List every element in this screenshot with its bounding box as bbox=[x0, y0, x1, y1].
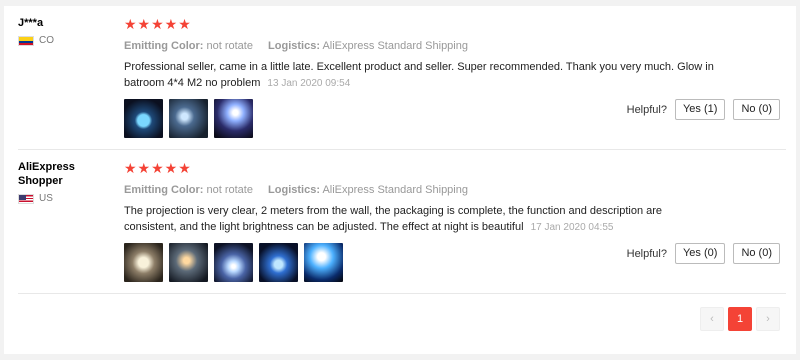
star-rating: ★★★★★ bbox=[124, 16, 192, 32]
review-content: ★★★★★ Emitting Color: not rotate Logisti… bbox=[124, 16, 714, 138]
reviewer-name: J***a bbox=[18, 17, 44, 29]
review-photo-thumbnail[interactable] bbox=[214, 99, 253, 138]
review-photo-thumbnail[interactable] bbox=[214, 243, 253, 282]
page-number-button[interactable]: 1 bbox=[728, 307, 752, 331]
helpful-vote: Helpful? Yes (1) No (0) bbox=[627, 99, 780, 120]
helpful-no-button[interactable]: No (0) bbox=[733, 243, 780, 264]
emitting-color-value: not rotate bbox=[206, 40, 253, 52]
reviewer-info: AliExpress Shopper US bbox=[18, 160, 108, 204]
country-code: US bbox=[39, 193, 53, 204]
review-photo-thumbnail[interactable] bbox=[124, 243, 163, 282]
review-photo-thumbnail[interactable] bbox=[259, 243, 298, 282]
reviews-panel: J***a CO ★★★★★ Emitting Color: not rotat… bbox=[4, 6, 796, 354]
helpful-label: Helpful? bbox=[626, 103, 667, 116]
next-page-button[interactable]: › bbox=[756, 307, 780, 331]
review-photo-thumbnail[interactable] bbox=[169, 99, 208, 138]
chevron-right-icon: › bbox=[766, 313, 770, 325]
review-body: Professional seller, came in a little la… bbox=[124, 61, 714, 89]
country-code: CO bbox=[39, 35, 54, 46]
pagination: ‹ 1 › bbox=[700, 307, 780, 331]
review-content: ★★★★★ Emitting Color: not rotate Logisti… bbox=[124, 160, 714, 282]
review-photo-thumbnail[interactable] bbox=[169, 243, 208, 282]
emitting-color-label: Emitting Color: bbox=[124, 184, 204, 196]
emitting-color-value: not rotate bbox=[206, 184, 253, 196]
chevron-left-icon: ‹ bbox=[710, 313, 714, 325]
review-text: The projection is very clear, 2 meters f… bbox=[124, 203, 714, 236]
helpful-vote: Helpful? Yes (0) No (0) bbox=[627, 243, 780, 264]
logistics-value: AliExpress Standard Shipping bbox=[322, 40, 468, 52]
prev-page-button[interactable]: ‹ bbox=[700, 307, 724, 331]
helpful-no-button[interactable]: No (0) bbox=[733, 99, 780, 120]
reviewer-info: J***a CO bbox=[18, 16, 108, 46]
review-photo-thumbnail[interactable] bbox=[304, 243, 343, 282]
usa-flag-icon bbox=[18, 193, 34, 204]
helpful-yes-button[interactable]: Yes (1) bbox=[674, 99, 726, 120]
review-photos bbox=[124, 243, 714, 282]
review-date: 13 Jan 2020 09:54 bbox=[267, 78, 351, 89]
review-photos bbox=[124, 99, 714, 138]
reviewer-country: US bbox=[18, 193, 108, 204]
logistics-label: Logistics: bbox=[268, 40, 320, 52]
reviewer-name: AliExpress Shopper bbox=[18, 161, 75, 187]
colombia-flag-icon bbox=[18, 35, 34, 46]
review-attributes: Emitting Color: not rotate Logistics: Al… bbox=[124, 183, 714, 197]
helpful-yes-button[interactable]: Yes (0) bbox=[674, 243, 726, 264]
emitting-color-label: Emitting Color: bbox=[124, 40, 204, 52]
logistics-value: AliExpress Standard Shipping bbox=[322, 184, 468, 196]
review-date: 17 Jan 2020 04:55 bbox=[530, 222, 614, 233]
reviewer-country: CO bbox=[18, 35, 108, 46]
review-item: J***a CO ★★★★★ Emitting Color: not rotat… bbox=[18, 6, 786, 150]
star-rating: ★★★★★ bbox=[124, 160, 192, 176]
helpful-label: Helpful? bbox=[626, 247, 667, 260]
review-attributes: Emitting Color: not rotate Logistics: Al… bbox=[124, 39, 714, 53]
review-text: Professional seller, came in a little la… bbox=[124, 59, 714, 92]
review-photo-thumbnail[interactable] bbox=[124, 99, 163, 138]
review-item: AliExpress Shopper US ★★★★★ Emitting Col… bbox=[18, 150, 786, 294]
logistics-label: Logistics: bbox=[268, 184, 320, 196]
